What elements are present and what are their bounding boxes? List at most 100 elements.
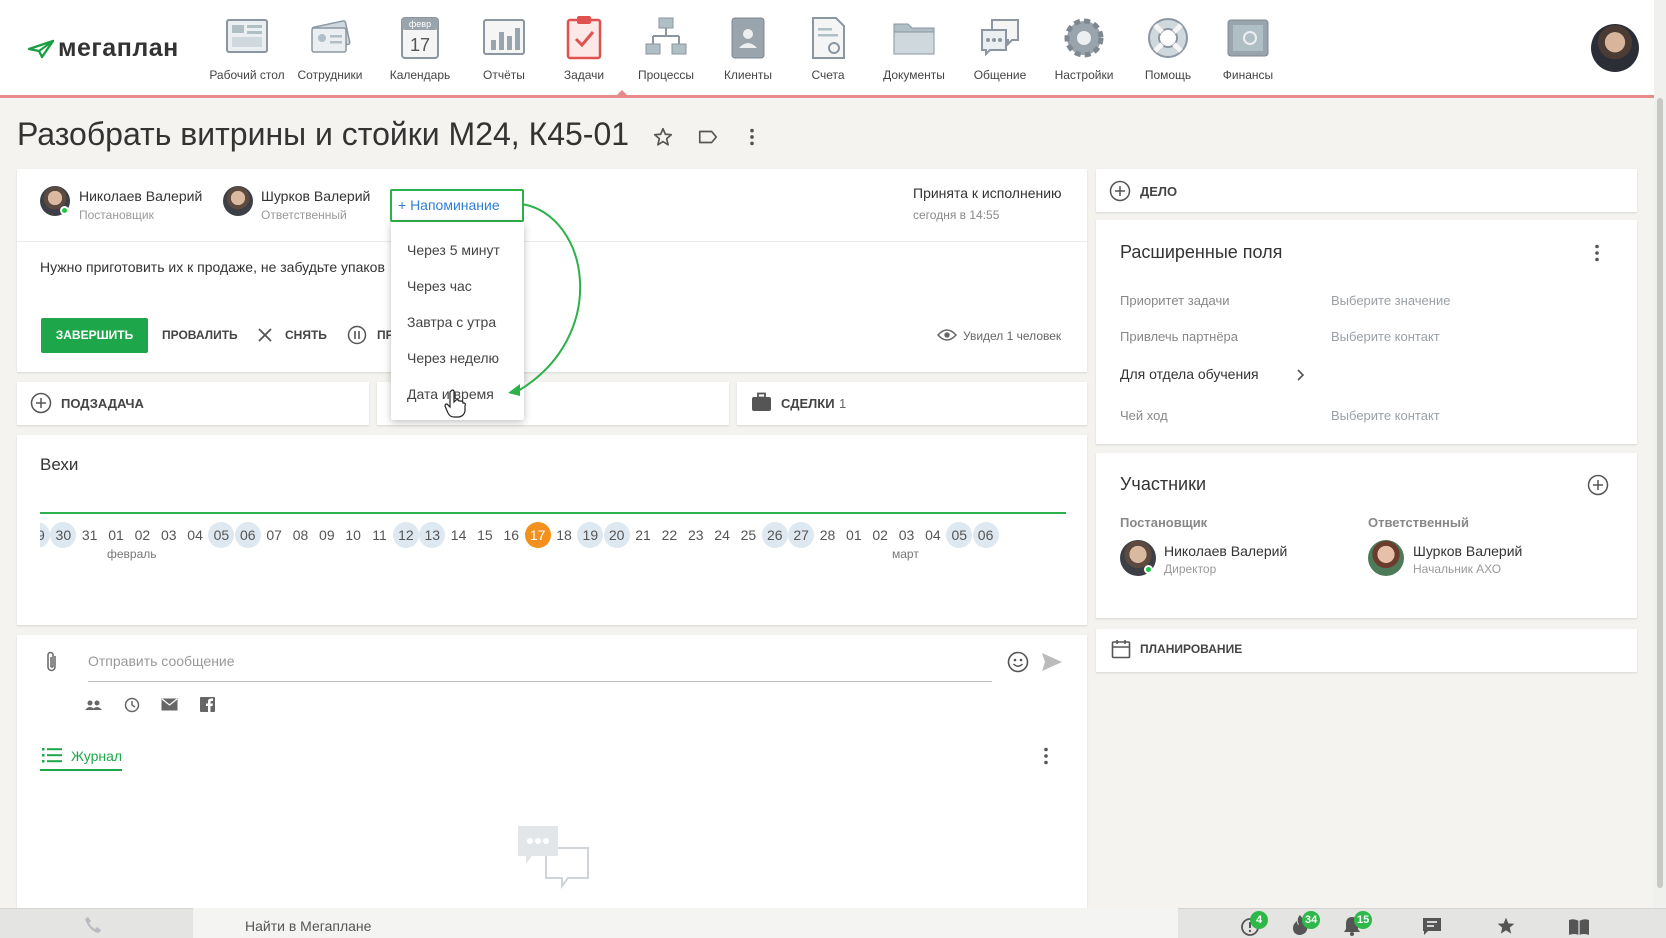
briefcase-icon <box>751 392 772 417</box>
nav-label: Общение <box>973 68 1027 82</box>
owner-header: Постановщик <box>1120 515 1208 530</box>
people-icon[interactable] <box>85 698 102 717</box>
calendar-month: февр <box>409 19 431 29</box>
complete-button[interactable]: ЗАВЕРШИТЬ <box>41 318 148 353</box>
nav-employees[interactable]: Сотрудники <box>282 14 378 82</box>
annotation-arrow <box>508 203 581 396</box>
tasks-icon <box>560 14 608 62</box>
responsible-role: Ответственный <box>261 208 347 222</box>
attachment-paperclip-icon[interactable] <box>44 650 60 679</box>
nav-label: Рабочий стол <box>209 68 285 82</box>
online-indicator <box>60 206 69 215</box>
invoices-icon <box>804 14 852 62</box>
owner-name[interactable]: Николаев Валерий <box>79 188 202 204</box>
task-status: Принята к исполнению <box>913 185 1062 201</box>
close-x-icon[interactable] <box>256 326 274 349</box>
nav-desktop[interactable]: Рабочий стол <box>199 14 295 82</box>
reminder-option[interactable]: Завтра с утра <box>407 314 496 330</box>
hand-cursor-icon <box>444 389 466 418</box>
nav-label: Настройки <box>1054 68 1114 82</box>
pause-icon[interactable] <box>347 325 367 350</box>
add-participant-icon[interactable] <box>1587 474 1609 501</box>
month-label-mar: март <box>892 547 919 561</box>
chat-icon <box>976 14 1024 62</box>
send-icon[interactable] <box>1041 652 1063 677</box>
list-icon[interactable] <box>42 747 62 768</box>
nav-chat[interactable]: Общение <box>952 14 1048 82</box>
planning-label[interactable]: ПЛАНИРОВАНИЕ <box>1140 642 1242 656</box>
nav-settings[interactable]: Настройки <box>1036 14 1132 82</box>
facebook-icon[interactable] <box>200 697 215 717</box>
field-value[interactable]: Выберите контакт <box>1331 329 1440 344</box>
reminder-option[interactable]: Через 5 минут <box>407 242 500 258</box>
message-input[interactable]: Отправить сообщение <box>88 650 992 682</box>
employees-icon <box>306 14 354 62</box>
email-icon[interactable] <box>161 698 178 716</box>
deals-label[interactable]: СДЕЛКИ <box>781 396 835 411</box>
eye-icon <box>936 328 958 347</box>
extended-fields-title: Расширенные поля <box>1120 242 1283 262</box>
favorite-star-icon[interactable] <box>651 126 675 150</box>
participant-responsible-name[interactable]: Шурков Валерий <box>1413 543 1522 559</box>
fail-button[interactable]: ПРОВАЛИТЬ <box>162 328 238 342</box>
nav-calendar[interactable]: февр 17 Календарь <box>372 14 468 82</box>
page-title: Разобрать витрины и стойки М24, К45-01 <box>17 116 630 152</box>
alerts-badge: 4 <box>1250 911 1268 929</box>
journal-tab[interactable]: Журнал <box>71 748 122 764</box>
month-label-feb: февраль <box>107 547 157 561</box>
nav-label: Финансы <box>1222 68 1274 82</box>
emoji-icon[interactable] <box>1007 651 1029 678</box>
task-status-time: сегодня в 14:55 <box>913 208 1000 222</box>
processes-icon <box>642 14 690 62</box>
scrollbar-track[interactable] <box>1654 0 1666 908</box>
user-avatar[interactable] <box>1591 24 1639 72</box>
participant-owner-name[interactable]: Николаев Валерий <box>1164 543 1287 559</box>
book-icon[interactable] <box>1568 918 1590 938</box>
journal-more-icon[interactable] <box>1036 746 1056 771</box>
nav-documents[interactable]: Документы <box>866 14 962 82</box>
clock-icon[interactable] <box>124 697 140 718</box>
more-vertical-icon[interactable] <box>740 126 764 150</box>
logo[interactable]: мегаплан <box>27 34 179 63</box>
favorites-star-icon[interactable] <box>1496 916 1516 938</box>
active-tab-indicator <box>616 90 628 96</box>
responsible-avatar[interactable] <box>223 186 253 216</box>
field-label: Привлечь партнёра <box>1120 329 1239 344</box>
journal-tab-underline <box>40 769 122 771</box>
participants-title: Участники <box>1120 474 1206 494</box>
extended-more-icon[interactable] <box>1587 243 1607 268</box>
milestones-title: Вехи <box>40 455 79 474</box>
deal-button[interactable]: ДЕЛО <box>1140 184 1177 199</box>
calendar-icon: февр 17 <box>396 14 444 62</box>
phone-icon[interactable] <box>84 916 102 938</box>
reports-icon <box>480 14 528 62</box>
reminder-option[interactable]: Через неделю <box>407 350 499 366</box>
nav-finance[interactable]: Финансы <box>1200 14 1296 82</box>
add-deal-circle-icon[interactable] <box>1109 180 1131 207</box>
scrollbar-thumb[interactable] <box>1657 98 1663 888</box>
help-lifebuoy-icon <box>1144 14 1192 62</box>
field-label: Чей ход <box>1120 408 1168 423</box>
reminder-option[interactable]: Через час <box>407 278 472 294</box>
responsible-name[interactable]: Шурков Валерий <box>261 188 370 204</box>
remove-button[interactable]: СНЯТЬ <box>285 328 327 342</box>
field-value[interactable]: Выберите значение <box>1331 293 1450 308</box>
add-circle-icon[interactable] <box>30 392 52 419</box>
logo-text: мегаплан <box>58 34 179 62</box>
nav-invoices[interactable]: Счета <box>780 14 876 82</box>
calendar-small-icon <box>1111 639 1131 664</box>
nav-label: Счета <box>811 68 845 82</box>
field-group-training[interactable]: Для отдела обучения <box>1120 366 1259 382</box>
global-search-input[interactable]: Найти в Мегаплане <box>245 918 371 934</box>
calendar-day: 17 <box>410 35 430 55</box>
tag-label-icon[interactable] <box>696 126 720 150</box>
messages-icon[interactable] <box>1422 917 1442 938</box>
online-indicator <box>1144 565 1153 574</box>
subtask-label[interactable]: ПОДЗАДАЧА <box>61 396 144 411</box>
clients-icon <box>724 14 772 62</box>
participant-responsible-title: Начальник АХО <box>1413 562 1502 576</box>
field-value[interactable]: Выберите контакт <box>1331 408 1440 423</box>
chevron-right-icon[interactable] <box>1296 368 1306 387</box>
participant-responsible-avatar[interactable] <box>1368 540 1404 576</box>
finance-safe-icon <box>1224 14 1272 62</box>
